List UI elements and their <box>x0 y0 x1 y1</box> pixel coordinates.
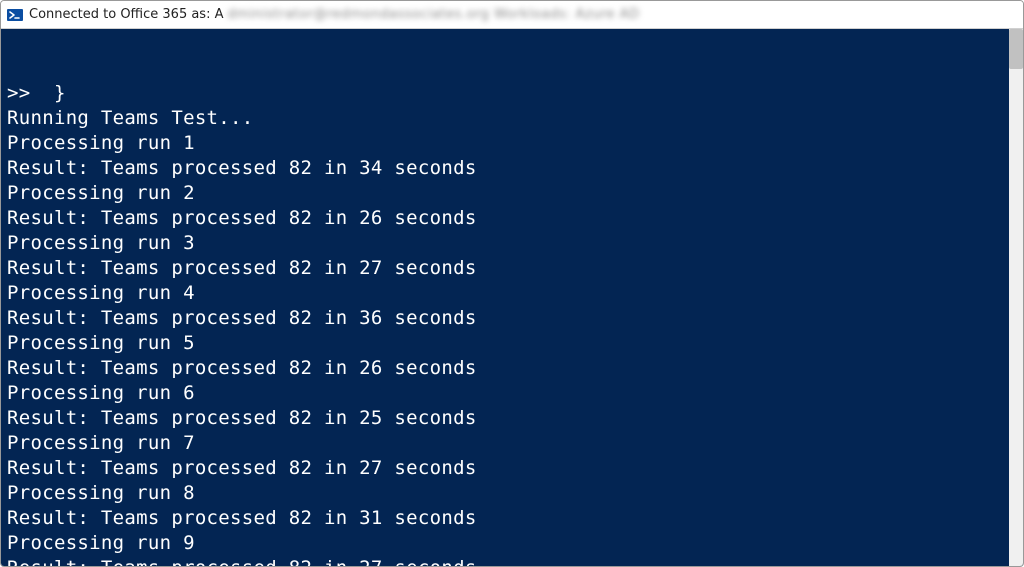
scrollbar-thumb[interactable] <box>1009 29 1023 69</box>
powershell-window: Connected to Office 365 as: A dministrat… <box>0 0 1024 567</box>
title-visible: Connected to Office 365 as: A <box>29 7 224 22</box>
console-text: >> } Running Teams Test... Processing ru… <box>7 81 1017 566</box>
scrollbar-track[interactable] <box>1009 29 1023 566</box>
titlebar[interactable]: Connected to Office 365 as: A dministrat… <box>1 1 1023 29</box>
window-title: Connected to Office 365 as: A dministrat… <box>29 7 640 22</box>
powershell-icon <box>7 7 23 23</box>
console-output[interactable]: >> } Running Teams Test... Processing ru… <box>1 29 1023 566</box>
title-blurred: dministrator@redmondassociates.org Workl… <box>228 7 640 22</box>
